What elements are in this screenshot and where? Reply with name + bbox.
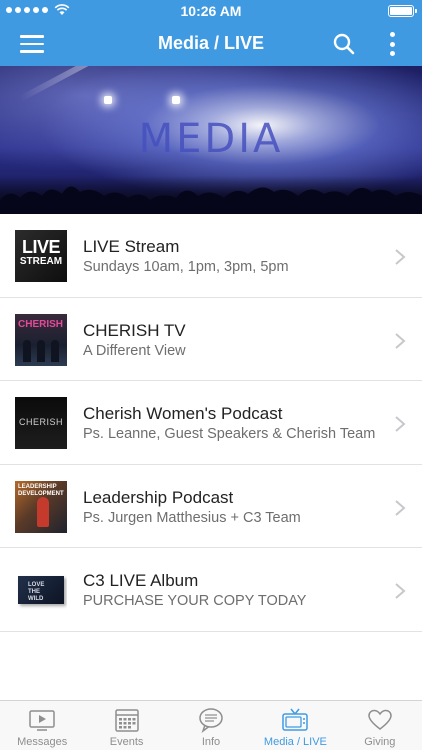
thumbnail-text: LEADERSHIP DEVELOPMENT [18,483,64,497]
live-stream-thumbnail: LIVE STREAM [15,230,67,282]
stage-light [172,96,180,104]
chat-bubble-icon [199,708,223,733]
list-item-cherish-womens-podcast[interactable]: CHERISH Cherish Women's Podcast Ps. Lean… [0,381,422,465]
list-item-subtitle: Sundays 10am, 1pm, 3pm, 5pm [83,259,289,275]
list-item-title: LIVE Stream [83,237,180,256]
status-time: 10:26 AM [180,3,242,19]
list-item-cherish-tv[interactable]: CHERISH CHERISH TV A Different View [0,298,422,381]
tab-label: Info [201,736,221,748]
album-thumbnail: LOVE THE WILD [15,564,67,616]
chevron-right-icon [395,583,406,599]
tab-events[interactable]: Events [84,701,168,750]
list-item-title: Cherish Women's Podcast [83,404,283,423]
thumbnail-text: STREAM [19,256,63,267]
nav-bar: Media / LIVE [0,22,422,66]
list-item-live-stream[interactable]: LIVE STREAM LIVE Stream Sundays 10am, 1p… [0,214,422,298]
tab-label: Messages [17,736,68,748]
speaker-figure [37,496,49,527]
list-item-title: CHERISH TV [83,320,186,340]
status-bar: 10:26 AM [0,0,422,22]
list-item-subtitle: A Different View [83,342,186,359]
person-silhouette [37,339,45,362]
search-icon[interactable] [332,32,356,56]
list-item-title: Leadership Podcast [83,487,234,507]
media-banner: MEDIA [0,66,422,214]
tab-bar: Messages Events Info Media / LIVE Giving [0,700,422,750]
tab-messages[interactable]: Messages [0,701,84,750]
cherish-tv-thumbnail: CHERISH [15,313,67,366]
more-options-icon[interactable] [388,32,396,56]
stage-light-beam [18,66,181,102]
play-screen-icon [29,710,55,731]
thumbnail-text: LOVE THE WILD [28,582,45,602]
list-item-subtitle: PURCHASE YOUR COPY TODAY [83,593,307,609]
thumbnail-text: LIVE [21,237,61,257]
thumbnail-text: CHERISH [18,318,64,330]
album-case: LOVE THE WILD [18,576,64,604]
battery-icon [388,5,417,17]
list-item-subtitle: Ps. Leanne, Guest Speakers & Cherish Tea… [83,426,376,442]
tab-media-live[interactable]: Media / LIVE [253,701,337,750]
list-item-c3-live-album[interactable]: LOVE THE WILD C3 LIVE Album PURCHASE YOUR … [0,548,422,632]
list-item-leadership-podcast[interactable]: LEADERSHIP DEVELOPMENT Leadership Podcast… [0,465,422,548]
heart-icon [368,709,392,730]
stage-light [104,96,112,104]
tab-label: Giving [364,736,396,748]
person-silhouette [23,339,31,362]
thumbnail-text: CHERISH [18,417,63,427]
chevron-right-icon [395,499,406,516]
media-list: LIVE STREAM LIVE Stream Sundays 10am, 1p… [0,214,422,632]
page-title: Media / LIVE [157,33,265,53]
tab-label: Media / LIVE [263,736,327,748]
tab-label: Events [109,736,144,748]
crowd-heads [0,186,422,214]
chevron-right-icon [395,249,406,265]
cherish-podcast-thumbnail: CHERISH [15,397,67,449]
leadership-podcast-thumbnail: LEADERSHIP DEVELOPMENT [15,480,67,533]
banner-title: MEDIA [138,116,284,162]
tab-info[interactable]: Info [169,701,253,750]
tab-giving[interactable]: Giving [338,701,422,750]
chevron-right-icon [395,332,406,349]
list-item-title: C3 LIVE Album [83,571,199,590]
tv-icon [282,708,309,731]
list-item-subtitle: Ps. Jurgen Matthesius + C3 Team [83,509,301,526]
person-silhouette [51,339,59,362]
chevron-right-icon [395,416,406,432]
calendar-icon [114,709,139,732]
